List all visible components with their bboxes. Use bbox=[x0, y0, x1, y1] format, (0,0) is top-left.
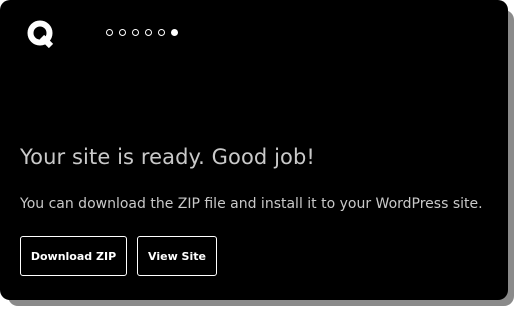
step-dot bbox=[145, 29, 152, 36]
step-dot bbox=[106, 29, 113, 36]
step-dot-active bbox=[171, 29, 178, 36]
download-zip-button[interactable]: Download ZIP bbox=[20, 236, 127, 276]
step-indicator bbox=[106, 29, 180, 36]
page-title: Your site is ready. Good job! bbox=[20, 145, 315, 169]
step-dot bbox=[132, 29, 139, 36]
instruction-text: You can download the ZIP file and instal… bbox=[20, 196, 483, 212]
view-site-button[interactable]: View Site bbox=[137, 236, 217, 276]
q-logo-icon bbox=[27, 20, 54, 48]
completion-card: Your site is ready. Good job! You can do… bbox=[0, 0, 508, 300]
step-dot bbox=[119, 29, 126, 36]
step-dot bbox=[158, 29, 165, 36]
